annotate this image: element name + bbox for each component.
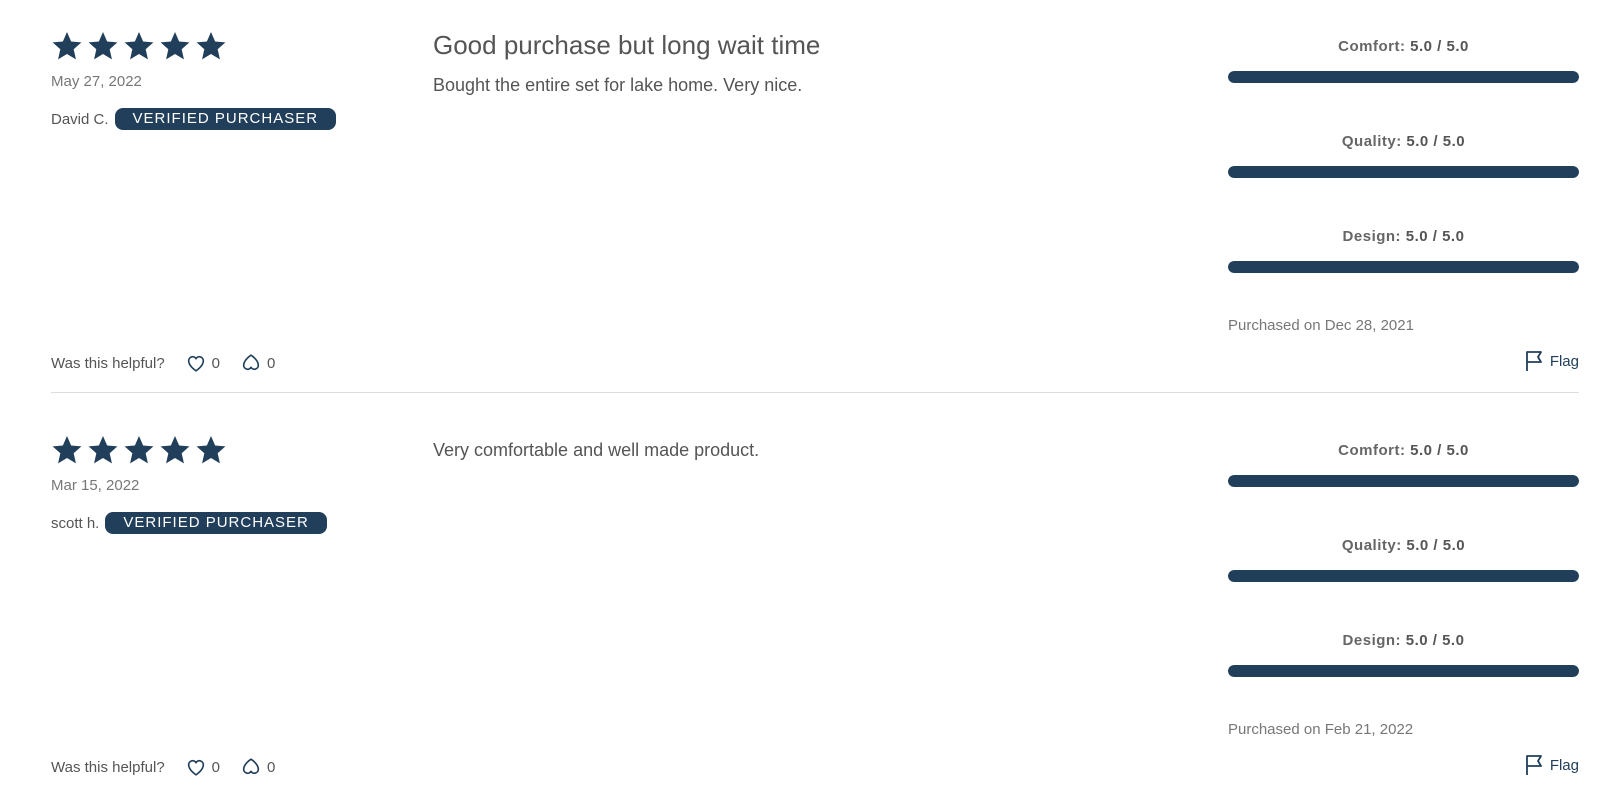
rating-label: Design: 5.0 / 5.0 xyxy=(1228,228,1579,245)
rating-comfort: Comfort: 5.0 / 5.0 xyxy=(1228,38,1579,133)
rating-name: Design: xyxy=(1342,228,1402,245)
helpful-row: Was this helpful? 0 0 xyxy=(51,352,295,374)
rating-bar-fill xyxy=(1228,261,1579,273)
rating-bar xyxy=(1228,475,1579,487)
broken-heart-icon xyxy=(240,756,262,778)
flag-button[interactable]: Flag xyxy=(1525,350,1579,372)
rating-name: Quality: xyxy=(1341,537,1402,554)
review-card: Mar 15, 2022 scott h. VERIFIED PURCHASER… xyxy=(51,404,1579,787)
star-icon xyxy=(51,434,83,466)
heart-icon xyxy=(185,352,207,374)
star-icon xyxy=(195,30,227,62)
verified-purchaser-badge: VERIFIED PURCHASER xyxy=(105,512,327,534)
rating-label: Quality: 5.0 / 5.0 xyxy=(1228,133,1579,150)
star-icon xyxy=(87,434,119,466)
author-name: scott h. xyxy=(51,514,100,532)
rating-label: Comfort: 5.0 / 5.0 xyxy=(1228,442,1579,459)
rating-label: Quality: 5.0 / 5.0 xyxy=(1228,537,1579,554)
downvote-button[interactable]: 0 xyxy=(240,352,275,374)
purchase-date: Purchased on Feb 21, 2022 xyxy=(1228,721,1414,738)
star-icon xyxy=(159,434,191,466)
upvote-count: 0 xyxy=(211,758,221,776)
review-title: Good purchase but long wait time xyxy=(433,30,821,60)
helpful-row: Was this helpful? 0 0 xyxy=(51,756,295,778)
star-rating xyxy=(51,434,227,466)
rating-bar xyxy=(1228,570,1579,582)
rating-label: Comfort: 5.0 / 5.0 xyxy=(1228,38,1579,55)
purchase-date: Purchased on Dec 28, 2021 xyxy=(1228,317,1414,334)
rating-bar xyxy=(1228,665,1579,677)
rating-breakdown: Comfort: 5.0 / 5.0 Quality: 5.0 / 5.0 De… xyxy=(1228,38,1579,323)
rating-design: Design: 5.0 / 5.0 xyxy=(1228,228,1579,323)
rating-name: Design: xyxy=(1342,632,1402,649)
rating-bar-fill xyxy=(1228,475,1579,487)
rating-label: Design: 5.0 / 5.0 xyxy=(1228,632,1579,649)
rating-value: 5.0 / 5.0 xyxy=(1406,537,1466,554)
rating-value: 5.0 / 5.0 xyxy=(1405,632,1465,649)
rating-value: 5.0 / 5.0 xyxy=(1405,228,1465,245)
verified-purchaser-badge: VERIFIED PURCHASER xyxy=(114,108,337,130)
rating-name: Comfort: xyxy=(1338,442,1406,459)
downvote-button[interactable]: 0 xyxy=(240,756,275,778)
rating-quality: Quality: 5.0 / 5.0 xyxy=(1228,537,1579,632)
rating-bar-fill xyxy=(1228,71,1579,83)
author-row: David C. VERIFIED PURCHASER xyxy=(51,108,337,130)
upvote-button[interactable]: 0 xyxy=(185,352,220,374)
flag-icon xyxy=(1525,350,1545,372)
star-rating xyxy=(51,30,227,62)
helpful-label: Was this helpful? xyxy=(51,354,165,372)
downvote-count: 0 xyxy=(267,758,276,776)
rating-quality: Quality: 5.0 / 5.0 xyxy=(1228,133,1579,228)
star-icon xyxy=(123,434,155,466)
downvote-count: 0 xyxy=(267,354,276,372)
star-icon xyxy=(195,434,227,466)
reviews-list: May 27, 2022 David C. VERIFIED PURCHASER… xyxy=(0,0,1600,787)
rating-value: 5.0 / 5.0 xyxy=(1406,133,1466,150)
rating-value: 5.0 / 5.0 xyxy=(1410,38,1469,55)
rating-bar xyxy=(1228,71,1579,83)
star-icon xyxy=(159,30,191,62)
author-name: David C. xyxy=(51,110,109,128)
star-icon xyxy=(87,30,119,62)
review-body: Very comfortable and well made product. xyxy=(433,440,760,460)
rating-design: Design: 5.0 / 5.0 xyxy=(1228,632,1579,727)
upvote-count: 0 xyxy=(211,354,221,372)
rating-comfort: Comfort: 5.0 / 5.0 xyxy=(1228,442,1579,537)
rating-name: Quality: xyxy=(1341,133,1402,150)
rating-name: Comfort: xyxy=(1338,38,1406,55)
review-date: Mar 15, 2022 xyxy=(51,477,140,494)
flag-label: Flag xyxy=(1549,352,1579,370)
rating-bar-fill xyxy=(1228,166,1579,178)
rating-bar-fill xyxy=(1228,570,1579,582)
review-date: May 27, 2022 xyxy=(51,73,142,90)
star-icon xyxy=(123,30,155,62)
star-icon xyxy=(51,30,83,62)
rating-value: 5.0 / 5.0 xyxy=(1410,442,1469,459)
review-card: May 27, 2022 David C. VERIFIED PURCHASER… xyxy=(51,0,1579,390)
rating-bar xyxy=(1228,261,1579,273)
flag-button[interactable]: Flag xyxy=(1525,754,1579,776)
review-body: Bought the entire set for lake home. Ver… xyxy=(433,75,803,95)
review-divider xyxy=(51,392,1579,393)
rating-breakdown: Comfort: 5.0 / 5.0 Quality: 5.0 / 5.0 De… xyxy=(1228,442,1579,727)
helpful-label: Was this helpful? xyxy=(51,758,165,776)
author-row: scott h. VERIFIED PURCHASER xyxy=(51,512,327,534)
rating-bar xyxy=(1228,166,1579,178)
broken-heart-icon xyxy=(240,352,262,374)
upvote-button[interactable]: 0 xyxy=(185,756,220,778)
flag-icon xyxy=(1525,754,1545,776)
flag-label: Flag xyxy=(1549,756,1579,774)
rating-bar-fill xyxy=(1228,665,1579,677)
heart-icon xyxy=(185,756,207,778)
